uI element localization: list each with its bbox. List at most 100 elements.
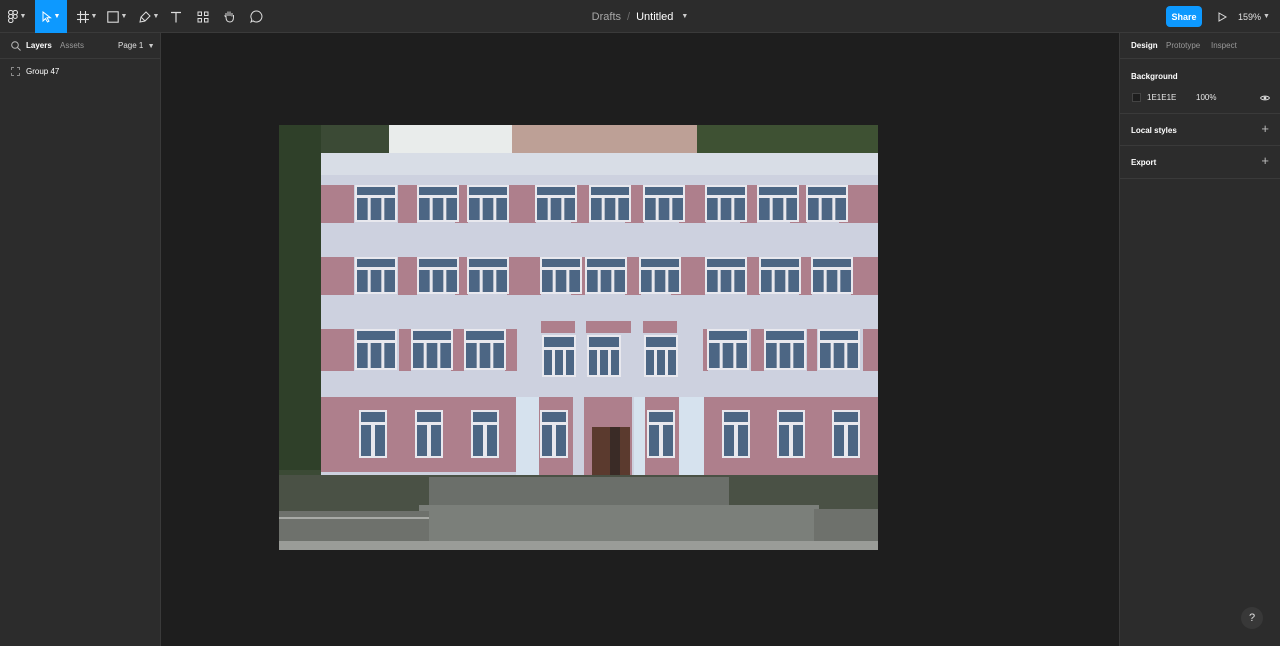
facade-pier [399,329,411,371]
tab-inspect[interactable]: Inspect [1211,41,1237,50]
main-menu-button[interactable]: ▼ [0,0,34,33]
chevron-down-icon: ▼ [120,13,128,20]
window-pane [370,270,382,292]
window-pane [555,350,563,375]
window-pane [786,198,797,220]
window-pane [641,270,652,292]
tree-right [697,125,878,153]
comment-tool-button[interactable] [246,0,266,33]
resources-tool-button[interactable] [193,0,213,33]
figma-logo-icon [7,10,18,23]
window-pane [709,343,720,368]
window-pane [357,270,368,292]
window-pane [496,198,507,220]
comment-bubble-icon [249,10,262,23]
canvas-building-image[interactable] [279,125,878,550]
frame-tool-button[interactable]: ▼ [72,0,102,33]
present-button[interactable] [1213,8,1231,26]
chevron-down-icon: ▼ [1263,13,1270,20]
background-hex-value[interactable]: 1E1E1E [1147,93,1176,102]
window-pane [600,270,612,292]
window-transom [466,331,504,340]
window-pane [834,425,844,456]
hand-tool-button[interactable] [219,0,239,33]
window-pane [808,198,819,220]
background-opacity-value[interactable]: 100% [1196,93,1216,102]
window-pane [820,343,831,368]
window-pane [736,343,747,368]
chevron-down-icon[interactable]: ▼ [681,13,688,20]
add-style-plus-icon[interactable]: + [1261,122,1269,135]
window-pane [469,270,480,292]
eye-icon[interactable] [1260,93,1270,103]
window-pane [469,198,480,220]
background-color-swatch[interactable] [1132,93,1141,102]
help-button[interactable]: ? [1241,607,1263,629]
shape-tool-button[interactable]: ▼ [104,0,130,33]
window-transom [779,412,803,422]
add-export-plus-icon[interactable]: + [1261,154,1269,167]
window-pane [611,350,619,375]
drafts-link[interactable]: Drafts [592,11,621,23]
window-pane [555,270,567,292]
facade-pier [851,257,878,295]
window-pane [614,270,625,292]
chevron-down-icon: ▼ [19,13,27,20]
window-pane [413,343,424,368]
window-pane [496,270,507,292]
window-pane [774,270,786,292]
search-icon[interactable] [10,40,22,52]
chevron-down-icon: ▼ [53,13,61,20]
window-pane [417,425,427,456]
window-pane [720,198,732,220]
facade-pier [321,329,354,371]
sky-patch [389,125,514,153]
tab-design[interactable]: Design [1131,41,1158,50]
tab-assets[interactable]: Assets [60,41,84,50]
layer-row[interactable]: Group 47 [0,63,160,79]
tab-layers[interactable]: Layers [26,41,52,50]
window-pane [482,198,494,220]
window-pane [384,343,395,368]
layers-panel: Layers Assets Page 1 ▼ Group 47 [0,33,161,646]
window-transom [419,259,457,267]
window-pane [766,343,777,368]
window-pane [432,270,444,292]
zoom-menu[interactable]: 159% ▼ [1238,0,1280,33]
window-pane [566,350,574,375]
share-button[interactable]: Share [1166,6,1202,27]
window-pane [544,350,552,375]
facade-pier [321,185,354,223]
window-transom [361,412,385,422]
pen-tool-button[interactable]: ▼ [136,0,162,33]
left-panel-tabs: Layers Assets Page 1 ▼ [0,33,160,59]
chevron-down-icon: ▼ [90,13,98,20]
window-transom [469,259,507,267]
window-transom [645,187,683,195]
window-pane [419,198,430,220]
window-transom [766,331,804,340]
window-pane [618,198,629,220]
move-tool-button[interactable]: ▼ [35,0,67,33]
window-pane [779,425,789,456]
window-pane [370,198,382,220]
window-pane [357,198,368,220]
window-pane [604,198,616,220]
tab-prototype[interactable]: Prototype [1166,41,1200,50]
window-transom [589,337,619,347]
window-pane [707,270,718,292]
window-transom [724,412,748,422]
export-section: Export + [1120,146,1280,179]
local-styles-title: Local styles [1131,126,1177,135]
file-title[interactable]: Untitled [636,11,673,23]
chevron-down-icon: ▼ [147,43,155,50]
window-transom [357,259,395,267]
text-tool-button[interactable] [166,0,186,33]
window-pane [537,198,548,220]
window-transom [820,331,858,340]
chevron-down-icon: ▼ [152,13,160,20]
page-selector[interactable]: Page 1 ▼ [118,41,155,50]
window-pane [833,343,845,368]
window-pane [654,270,666,292]
group-icon [11,66,20,76]
